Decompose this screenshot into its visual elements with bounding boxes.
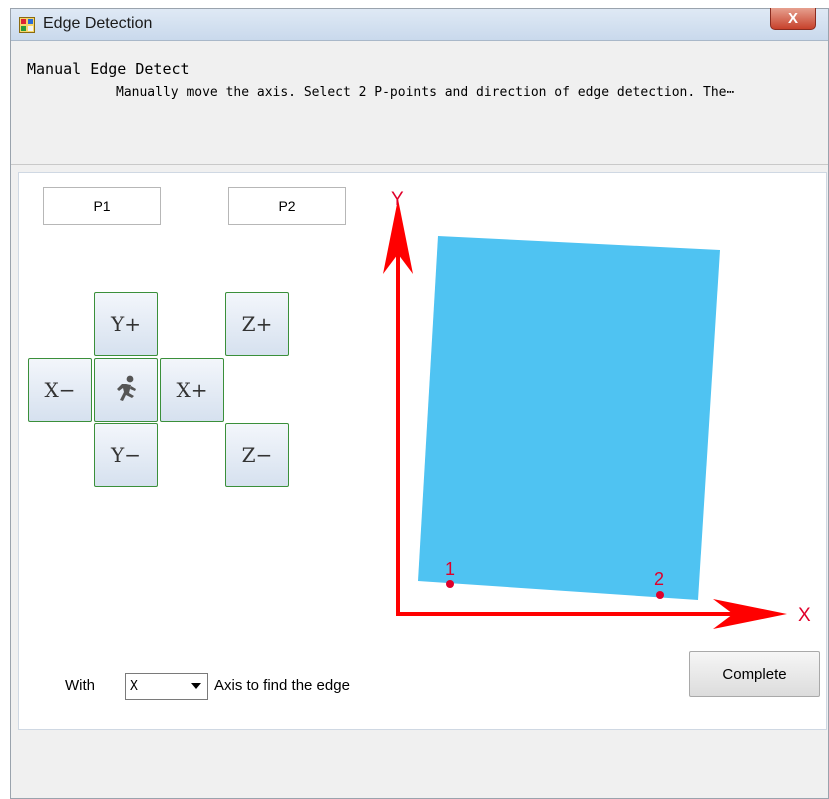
main-panel: P1 P2 Y+ Z+ X− X+ Y− Z− Y X 1 2 With X A… <box>18 172 827 730</box>
page-description: Manually move the axis. Select 2 P-point… <box>116 85 735 100</box>
x-axis-arrow <box>396 599 787 629</box>
axis-select[interactable]: X <box>125 673 208 700</box>
p2-button[interactable]: P2 <box>228 187 346 225</box>
y-axis-label: Y <box>391 189 404 210</box>
point-1-label: 1 <box>445 559 455 579</box>
axis-find-edge-label: Axis to find the edge <box>214 677 350 694</box>
z-minus-button[interactable]: Z− <box>225 423 289 487</box>
edge-detection-window: Edge Detection X Manual Edge Detect Manu… <box>10 8 829 799</box>
y-axis-arrow <box>383 199 413 614</box>
y-minus-button[interactable]: Y− <box>94 423 158 487</box>
complete-button[interactable]: Complete <box>689 651 820 697</box>
close-button[interactable]: X <box>770 8 816 30</box>
jog-center-button[interactable] <box>94 358 158 422</box>
close-icon: X <box>787 10 798 27</box>
point-1-marker <box>446 580 454 588</box>
workpiece-plate <box>418 236 720 600</box>
footer-bar <box>11 731 828 798</box>
window-title: Edge Detection <box>43 15 153 32</box>
chevron-down-icon <box>191 683 201 689</box>
point-2-marker <box>656 591 664 599</box>
axis-select-value: X <box>130 679 138 694</box>
x-plus-button[interactable]: X+ <box>160 358 224 422</box>
p1-button[interactable]: P1 <box>43 187 161 225</box>
edge-diagram: Y X 1 2 <box>383 189 811 629</box>
x-minus-button[interactable]: X− <box>28 358 92 422</box>
running-man-icon <box>117 375 136 401</box>
title-bar: Edge Detection X <box>11 8 828 41</box>
x-axis-label: X <box>798 605 811 626</box>
y-plus-button[interactable]: Y+ <box>94 292 158 356</box>
app-icon <box>19 17 35 33</box>
point-2-label: 2 <box>654 569 664 589</box>
page-title: Manual Edge Detect <box>27 60 190 78</box>
with-label: With <box>65 677 95 694</box>
header-panel: Manual Edge Detect Manually move the axi… <box>11 42 828 165</box>
z-plus-button[interactable]: Z+ <box>225 292 289 356</box>
